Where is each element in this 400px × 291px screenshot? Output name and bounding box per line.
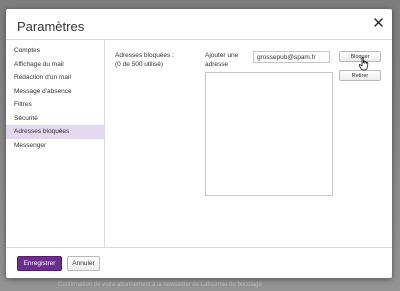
close-button[interactable] bbox=[371, 15, 385, 29]
sidebar-item-securite[interactable]: Sécurité bbox=[6, 112, 104, 126]
blocked-heading: Adresses bloquées : bbox=[115, 52, 174, 59]
block-button[interactable]: Bloquer bbox=[339, 51, 381, 62]
email-field[interactable] bbox=[253, 51, 330, 63]
settings-sidebar: Comptes Affichage du mail Rédaction d'un… bbox=[6, 39, 105, 248]
add-address-label: Ajouter une adresse bbox=[205, 52, 239, 68]
dialog-title: Paramètres bbox=[17, 19, 85, 34]
background-text: Confirmation de votre abonnement à la ne… bbox=[58, 282, 262, 288]
sidebar-item-filtres[interactable]: Filtres bbox=[6, 98, 104, 112]
blocked-addresses-panel: Adresses bloquées : (0 de 500 utilisé) A… bbox=[105, 39, 392, 248]
sidebar-item-absence[interactable]: Message d'absence bbox=[6, 85, 104, 99]
sidebar-item-messenger[interactable]: Messenger bbox=[6, 139, 104, 153]
settings-dialog: Paramètres Comptes Affichage du mail Réd… bbox=[6, 9, 392, 278]
close-icon bbox=[373, 17, 383, 27]
blocked-count: (0 de 500 utilisé) bbox=[115, 61, 164, 68]
remove-button[interactable]: Retirer bbox=[339, 70, 381, 81]
sidebar-item-redaction[interactable]: Rédaction d'un mail bbox=[6, 71, 104, 85]
dialog-footer: Enregistrer Annuler bbox=[6, 247, 392, 279]
cancel-button[interactable]: Annuler bbox=[67, 256, 100, 271]
blocked-heading-group: Adresses bloquées : (0 de 500 utilisé) bbox=[115, 51, 174, 69]
save-button[interactable]: Enregistrer bbox=[17, 256, 62, 271]
sidebar-item-adresses-bloquees[interactable]: Adresses bloquées bbox=[6, 125, 104, 139]
sidebar-item-affichage[interactable]: Affichage du mail bbox=[6, 58, 104, 72]
blocked-address-list[interactable] bbox=[205, 72, 333, 196]
sidebar-item-comptes[interactable]: Comptes bbox=[6, 44, 104, 58]
